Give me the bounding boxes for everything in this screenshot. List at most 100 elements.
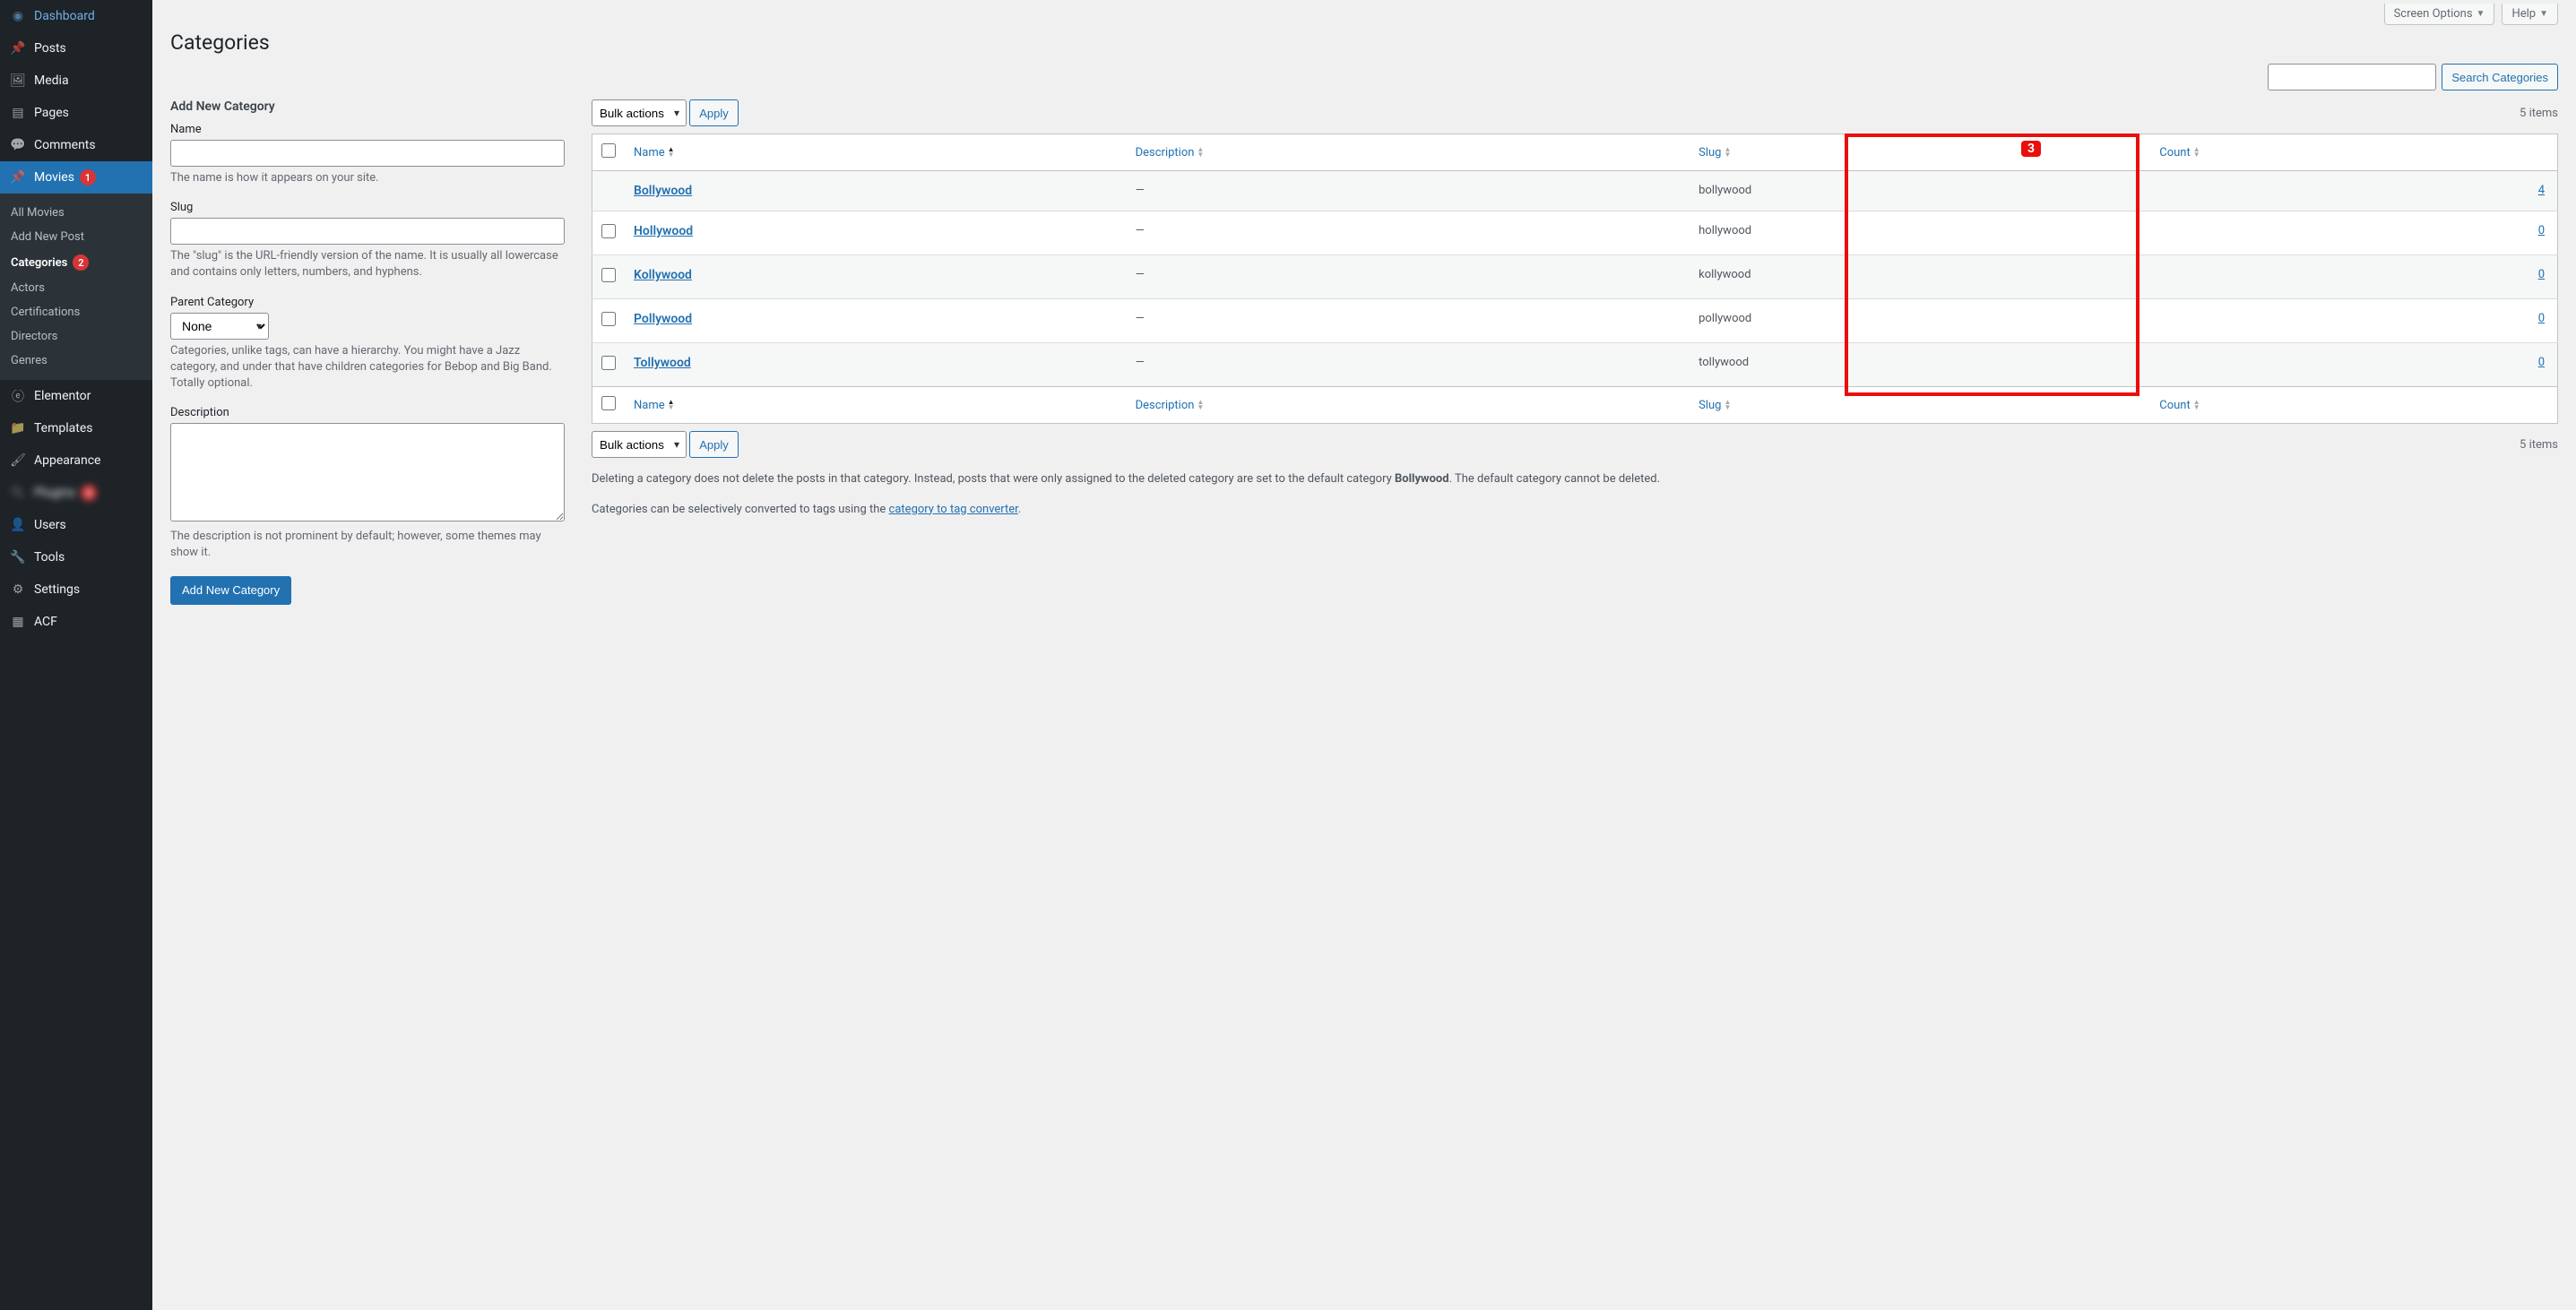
row-checkbox[interactable] [601, 224, 616, 238]
row-count-link[interactable]: 0 [2538, 224, 2545, 237]
admin-sidebar: ◉Dashboard 📌Posts 🖼Media ▤Pages 💬Comment… [0, 0, 152, 1310]
sidebar-item-movies[interactable]: 📌Movies1 [0, 161, 152, 194]
pin-icon: 📌 [9, 168, 27, 186]
submenu-genres[interactable]: Genres [0, 349, 152, 373]
table-row: Bollywood —bollywood 4 [592, 171, 2558, 211]
col-name-footer[interactable]: Name▲▼ [625, 387, 1127, 424]
row-name-link[interactable]: Hollywood [634, 224, 693, 238]
row-count-link[interactable]: 0 [2538, 312, 2545, 325]
sidebar-item-elementor[interactable]: ⓔElementor [0, 380, 152, 412]
submenu-all-movies[interactable]: All Movies [0, 201, 152, 225]
sidebar-item-blurred[interactable]: 🔌Plugins0 [0, 477, 152, 509]
elementor-icon: ⓔ [9, 387, 27, 405]
select-all-bottom[interactable] [601, 396, 616, 410]
user-icon: 👤 [9, 516, 27, 534]
wrench-icon: 🔧 [9, 548, 27, 566]
convert-link[interactable]: category to tag converter [889, 503, 1018, 516]
col-name-header[interactable]: Name▲▼ [625, 134, 1127, 171]
comment-icon: 💬 [9, 136, 27, 154]
sidebar-item-templates[interactable]: 📁Templates [0, 412, 152, 444]
row-description: — [1127, 255, 1690, 299]
col-count-header[interactable]: Count▲▼ [2150, 134, 2557, 171]
sliders-icon: ⚙ [9, 581, 27, 599]
row-name-link[interactable]: Kollywood [634, 268, 692, 282]
row-count-link[interactable]: 4 [2538, 184, 2545, 197]
row-name-link[interactable]: Tollywood [634, 356, 691, 370]
table-row: Kollywood—kollywood0 [592, 255, 2558, 299]
sidebar-submenu: All Movies Add New Post Categories2 Acto… [0, 194, 152, 380]
sort-icon: ▲▼ [1197, 400, 1204, 410]
parent-select[interactable]: None [170, 313, 269, 340]
submenu-categories[interactable]: Categories2 [0, 249, 152, 276]
page-title: Categories [170, 30, 2558, 55]
sidebar-item-pages[interactable]: ▤Pages [0, 97, 152, 129]
sidebar-item-appearance[interactable]: 🖌Appearance [0, 444, 152, 477]
parent-label: Parent Category [170, 296, 565, 309]
name-input[interactable] [170, 140, 565, 167]
row-name-link[interactable]: Bollywood [634, 184, 692, 198]
sidebar-item-users[interactable]: 👤Users [0, 509, 152, 541]
row-name-link[interactable]: Pollywood [634, 312, 692, 326]
brush-icon: 🖌 [9, 452, 27, 470]
bulk-actions-top[interactable]: Bulk actions [592, 99, 687, 126]
apply-bottom-button[interactable]: Apply [689, 431, 739, 458]
sidebar-item-settings[interactable]: ⚙Settings [0, 573, 152, 606]
sort-icon: ▲▼ [668, 400, 675, 410]
help-button[interactable]: Help▼ [2502, 4, 2558, 25]
row-checkbox[interactable] [601, 356, 616, 370]
description-textarea[interactable] [170, 423, 565, 521]
media-icon: 🖼 [9, 72, 27, 90]
row-count-link[interactable]: 0 [2538, 268, 2545, 281]
bulk-actions-bottom[interactable]: Bulk actions [592, 431, 687, 458]
description-help: The description is not prominent by defa… [170, 529, 565, 561]
categories-table: Name▲▼ Description▲▼ Slug▲▼ Count▲▼ Boll… [592, 134, 2558, 424]
row-slug: bollywood [1690, 171, 2150, 211]
col-slug-header[interactable]: Slug▲▼ [1690, 134, 2150, 171]
col-count-footer[interactable]: Count▲▼ [2150, 387, 2557, 424]
row-count-link[interactable]: 0 [2538, 356, 2545, 369]
name-label: Name [170, 123, 565, 136]
row-checkbox[interactable] [601, 312, 616, 326]
convert-note: Categories can be selectively converted … [592, 501, 2558, 519]
slug-help: The "slug" is the URL-friendly version o… [170, 248, 565, 280]
row-description: — [1127, 211, 1690, 255]
slug-input[interactable] [170, 218, 565, 245]
slug-label: Slug [170, 201, 565, 214]
sort-icon: ▲▼ [668, 147, 675, 158]
row-slug: tollywood [1690, 343, 2150, 387]
sidebar-item-acf[interactable]: ▦ACF [0, 606, 152, 638]
categories-badge: 2 [73, 254, 89, 271]
sidebar-item-posts[interactable]: 📌Posts [0, 32, 152, 65]
select-all-top[interactable] [601, 143, 616, 158]
sort-icon: ▲▼ [1724, 400, 1731, 410]
col-description-header[interactable]: Description▲▼ [1127, 134, 1690, 171]
sidebar-item-dashboard[interactable]: ◉Dashboard [0, 0, 152, 32]
parent-help: Categories, unlike tags, can have a hier… [170, 343, 565, 392]
screen-options-button[interactable]: Screen Options▼ [2384, 4, 2495, 25]
sidebar-item-tools[interactable]: 🔧Tools [0, 541, 152, 573]
chevron-down-icon: ▼ [2477, 9, 2485, 19]
row-description: — [1127, 299, 1690, 343]
sidebar-item-media[interactable]: 🖼Media [0, 65, 152, 97]
search-categories-button[interactable]: Search Categories [2442, 64, 2558, 90]
delete-note: Deleting a category does not delete the … [592, 470, 2558, 488]
col-slug-footer[interactable]: Slug▲▼ [1690, 387, 2150, 424]
sidebar-item-comments[interactable]: 💬Comments [0, 129, 152, 161]
submenu-actors[interactable]: Actors [0, 276, 152, 300]
submenu-add-new[interactable]: Add New Post [0, 225, 152, 249]
row-checkbox[interactable] [601, 268, 616, 282]
row-description: — [1127, 171, 1690, 211]
chevron-down-icon: ▼ [2539, 9, 2548, 19]
apply-top-button[interactable]: Apply [689, 99, 739, 126]
add-category-submit[interactable]: Add New Category [170, 576, 291, 605]
row-description: — [1127, 343, 1690, 387]
submenu-certifications[interactable]: Certifications [0, 300, 152, 324]
pin-icon: 📌 [9, 39, 27, 57]
main-content: Screen Options▼ Help▼ Categories Search … [152, 0, 2576, 1310]
items-count-top: 5 items [2520, 107, 2558, 120]
table-row: Hollywood—hollywood0 [592, 211, 2558, 255]
search-input[interactable] [2268, 64, 2436, 90]
description-label: Description [170, 406, 565, 419]
col-description-footer[interactable]: Description▲▼ [1127, 387, 1690, 424]
submenu-directors[interactable]: Directors [0, 324, 152, 349]
